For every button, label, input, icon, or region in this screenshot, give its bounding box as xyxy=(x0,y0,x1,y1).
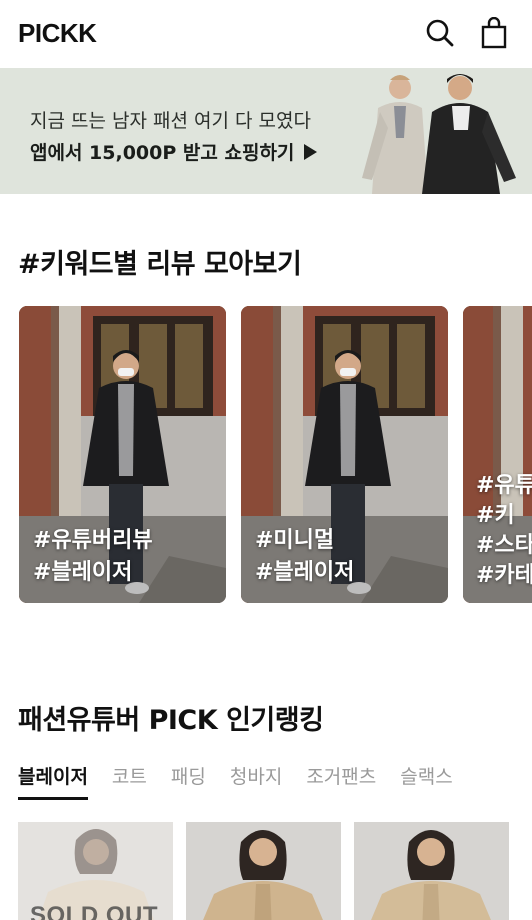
tab-padding[interactable]: 패딩 xyxy=(171,762,206,800)
tab-jogger-pants[interactable]: 조거팬츠 xyxy=(306,762,376,800)
banner-cta: 앱에서 15,000P 받고 쇼핑하기 xyxy=(30,138,318,165)
banner-models-image xyxy=(362,74,516,194)
product-card[interactable] xyxy=(186,822,341,920)
tab-coat[interactable]: 코트 xyxy=(112,762,147,800)
ranking-title: 패션유튜버 PICK 인기랭킹 xyxy=(18,705,324,736)
product-image xyxy=(354,822,509,920)
play-arrow-icon xyxy=(304,144,318,160)
tab-jeans[interactable]: 청바지 xyxy=(230,762,282,800)
tab-slacks[interactable]: 슬랙스 xyxy=(400,762,452,800)
review-tags: #유튜 #키 #스타 #카테 xyxy=(476,471,532,591)
product-card[interactable] xyxy=(354,822,509,920)
review-tag: #스타 xyxy=(476,533,532,558)
tab-blazer[interactable]: 블레이저 xyxy=(18,762,88,800)
review-card[interactable]: #유튜 #키 #스타 #카테 xyxy=(463,306,532,603)
product-image xyxy=(186,822,341,920)
review-tag: #블레이저 xyxy=(255,560,355,585)
review-tag: #카테 xyxy=(476,563,532,588)
category-tabs: 블레이저 코트 패딩 청바지 조거팬츠 슬랙스 xyxy=(18,762,453,800)
review-tag: #유튜 xyxy=(476,473,532,498)
sold-out-badge: SOLD OUT xyxy=(30,902,158,920)
review-tags: #미니멀 #블레이저 xyxy=(255,525,354,589)
review-card[interactable]: #유튜버리뷰 #블레이저 xyxy=(19,306,226,603)
banner-cta-label: 앱에서 15,000P 받고 쇼핑하기 xyxy=(30,142,295,164)
review-card[interactable]: #미니멀 #블레이저 xyxy=(241,306,448,603)
pickk-logo[interactable]: PICKK xyxy=(18,18,97,49)
review-tag: #블레이저 xyxy=(33,560,133,585)
review-tag: #미니멀 xyxy=(255,528,335,553)
review-tag: #유튜버리뷰 xyxy=(33,528,153,553)
review-tags: #유튜버리뷰 #블레이저 xyxy=(33,525,153,589)
keyword-reviews-title: #키워드별 리뷰 모아보기 xyxy=(18,249,302,280)
product-card[interactable]: SOLD OUT xyxy=(18,822,173,920)
banner-headline: 지금 뜨는 남자 패션 여기 다 모였다 xyxy=(30,110,311,132)
review-tag: #키 xyxy=(476,503,515,528)
promo-banner[interactable]: 지금 뜨는 남자 패션 여기 다 모였다 앱에서 15,000P 받고 쇼핑하기 xyxy=(0,68,532,194)
header: PICKK xyxy=(0,0,532,68)
shopping-bag-icon[interactable] xyxy=(477,16,511,50)
search-icon[interactable] xyxy=(423,16,457,50)
